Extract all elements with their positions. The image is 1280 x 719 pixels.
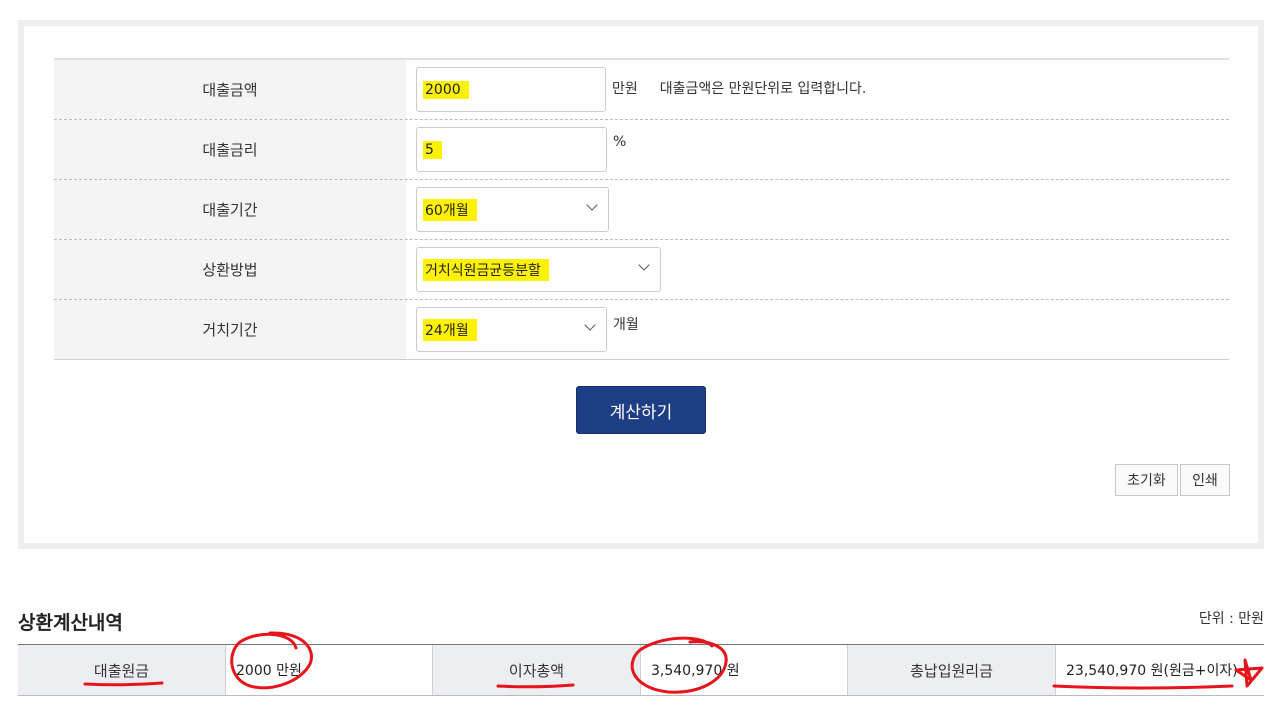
unit-manwon: 만원	[612, 81, 638, 97]
row-repayment-method: 상환방법 거치식원금균등분할	[54, 240, 1229, 300]
principal-label: 대출원금	[18, 645, 226, 695]
unit-note: 단위 : 만원	[1198, 611, 1264, 627]
results-title: 상환계산내역	[18, 612, 123, 634]
loan-form: 대출금액 2000 만원 대출금액은 만원단위로 입력합니다. 대출금리 5 %…	[54, 58, 1229, 360]
loan-period-select[interactable]: 60개월	[416, 187, 609, 232]
results-table: 대출원금 2000 만원 이자총액 3,540,970 원 총납입원리금 23,…	[18, 644, 1264, 696]
row-interest-rate: 대출금리 5 %	[54, 120, 1229, 180]
total-value: 23,540,970 원(원금+이자)	[1066, 663, 1238, 679]
label-grace-period: 거치기간	[54, 300, 406, 359]
chevron-down-icon	[586, 199, 598, 211]
row-loan-period: 대출기간 60개월	[54, 180, 1229, 240]
reset-button[interactable]: 초기화	[1115, 464, 1178, 496]
row-loan-amount: 대출금액 2000 만원 대출금액은 만원단위로 입력합니다.	[54, 60, 1229, 120]
unit-months: 개월	[613, 317, 639, 333]
grace-period-select[interactable]: 24개월	[416, 307, 607, 352]
interest-label: 이자총액	[433, 645, 641, 695]
chevron-down-icon	[638, 259, 650, 271]
calculator-panel: 대출금액 2000 만원 대출금액은 만원단위로 입력합니다. 대출금리 5 %…	[18, 20, 1264, 549]
chevron-down-icon	[584, 319, 596, 331]
label-repayment-method: 상환방법	[54, 240, 406, 299]
repayment-method-select[interactable]: 거치식원금균등분할	[416, 247, 661, 292]
principal-value: 2000 만원	[226, 645, 433, 695]
row-grace-period: 거치기간 24개월 개월	[54, 300, 1229, 360]
loan-amount-hint: 대출금액은 만원단위로 입력합니다.	[659, 81, 867, 97]
interest-rate-input[interactable]: 5	[416, 127, 607, 172]
interest-value: 3,540,970 원	[641, 645, 848, 695]
label-loan-period: 대출기간	[54, 180, 406, 239]
total-label: 총납입원리금	[848, 645, 1056, 695]
unit-percent: %	[613, 134, 627, 150]
print-button[interactable]: 인쇄	[1180, 464, 1230, 496]
label-interest-rate: 대출금리	[54, 120, 406, 179]
label-loan-amount: 대출금액	[54, 60, 406, 119]
loan-amount-input[interactable]: 2000	[416, 67, 606, 112]
calculate-button[interactable]: 계산하기	[576, 386, 706, 434]
